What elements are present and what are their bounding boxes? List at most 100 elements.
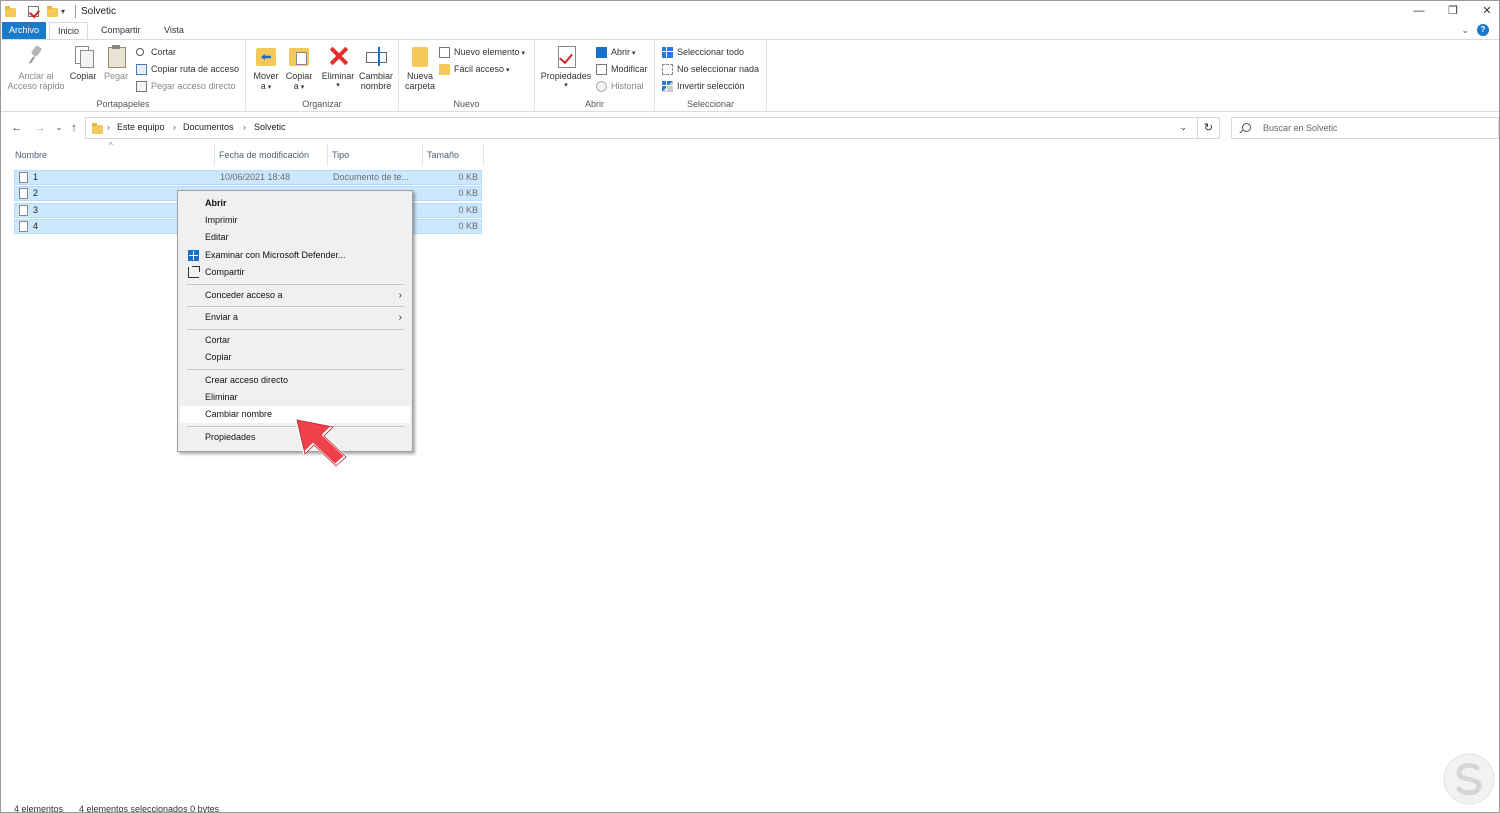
divider: [75, 5, 76, 18]
paste-button[interactable]: Pegar: [101, 44, 131, 81]
move-to-icon: [255, 44, 277, 68]
select-all-button[interactable]: Seleccionar todo: [662, 45, 744, 59]
customize-quick-access-icon[interactable]: ▾: [61, 7, 65, 16]
submenu-chevron-icon: ›: [398, 290, 402, 301]
restore-button[interactable]: ❐: [1435, 3, 1471, 20]
file-name: 2: [33, 188, 39, 198]
copy-path-button[interactable]: Copiar ruta de acceso: [136, 62, 239, 76]
tab-compartir[interactable]: Compartir: [93, 22, 149, 39]
breadcrumb-separator-icon[interactable]: ›: [173, 122, 176, 132]
open-label: Abrir: [611, 47, 635, 57]
easy-access-button[interactable]: Fácil acceso: [439, 62, 510, 76]
new-folder-icon: [409, 44, 431, 68]
menu-item-open[interactable]: Abrir: [180, 195, 410, 212]
scissors-icon: [136, 48, 144, 56]
rename-icon: [365, 44, 387, 68]
column-header-type[interactable]: Tipo: [328, 144, 423, 166]
edit-icon: [596, 64, 607, 75]
menu-separator: [187, 329, 404, 330]
recent-locations-chevron-icon[interactable]: ⌄: [52, 120, 66, 136]
menu-item-defender[interactable]: Examinar con Microsoft Defender...: [180, 247, 410, 264]
menu-item-print[interactable]: Imprimir: [180, 212, 410, 229]
cut-label: Cortar: [151, 47, 177, 57]
history-button[interactable]: Historial: [596, 79, 644, 93]
up-arrow-icon[interactable]: ↑: [67, 120, 81, 136]
properties-button[interactable]: Propiedades ▾: [538, 44, 594, 91]
cut-button[interactable]: Cortar: [136, 45, 176, 59]
rename-button[interactable]: Cambiar nombre: [357, 44, 395, 91]
file-name: 3: [33, 205, 39, 215]
group-label-nuevo: Nuevo: [453, 99, 480, 109]
select-none-icon: [662, 64, 673, 75]
solvetic-watermark-logo: [1443, 753, 1495, 805]
paste-shortcut-button[interactable]: Pegar acceso directo: [136, 79, 236, 93]
open-button[interactable]: Abrir: [596, 45, 635, 59]
group-label-organizar: Organizar: [302, 99, 342, 109]
forward-arrow-icon[interactable]: →: [33, 120, 47, 136]
select-all-label: Seleccionar todo: [677, 47, 745, 57]
back-arrow-icon[interactable]: ←: [10, 120, 24, 136]
select-none-button[interactable]: No seleccionar nada: [662, 62, 759, 76]
copy-icon: [72, 44, 94, 68]
properties-label: Propiedades: [540, 71, 592, 81]
rename-label: Cambiar nombre: [358, 71, 393, 91]
minimize-button[interactable]: —: [1401, 3, 1437, 20]
tab-archivo[interactable]: Archivo: [2, 22, 46, 39]
open-icon: [596, 47, 607, 58]
move-to-button[interactable]: Mover a: [251, 44, 281, 93]
copy-to-button[interactable]: Copiar a: [284, 44, 314, 93]
menu-item-send-to[interactable]: Enviar a ›: [180, 309, 410, 326]
close-button[interactable]: ✕: [1469, 3, 1500, 20]
copy-button[interactable]: Copiar: [67, 44, 99, 81]
menu-item-create-shortcut[interactable]: Crear acceso directo: [180, 372, 410, 389]
menu-item-delete[interactable]: Eliminar: [180, 389, 410, 406]
pin-quick-access-button[interactable]: Anclar al Acceso rápido: [5, 44, 67, 91]
address-history-chevron-icon[interactable]: ⌄: [1179, 122, 1187, 133]
status-selected: 4 elementos seleccionados 0 bytes: [79, 804, 220, 813]
column-header-name[interactable]: Nombre: [11, 144, 215, 166]
menu-item-grant-access[interactable]: Conceder acceso a ›: [180, 287, 410, 304]
move-to-label: Mover a: [253, 71, 278, 91]
search-box[interactable]: Buscar en Solvetic: [1231, 117, 1499, 139]
menu-separator: [187, 284, 404, 285]
paste-shortcut-icon: [136, 81, 147, 92]
context-menu: Abrir Imprimir Editar Examinar con Micro…: [177, 190, 413, 452]
new-folder-button[interactable]: Nueva carpeta: [402, 44, 438, 91]
tab-inicio[interactable]: Inicio: [49, 22, 89, 40]
edit-button[interactable]: Modificar: [596, 62, 648, 76]
ribbon: Anclar al Acceso rápido Copiar Pegar Cor…: [1, 39, 1499, 112]
breadcrumb-separator-icon[interactable]: ›: [107, 122, 110, 132]
group-seleccionar: Seleccionar todo No seleccionar nada Inv…: [655, 40, 767, 112]
chevron-down-icon: ▾: [336, 82, 340, 89]
breadcrumb-solvetic[interactable]: Solvetic: [254, 122, 286, 132]
invert-selection-label: Invertir selección: [677, 81, 745, 91]
collapse-ribbon-icon[interactable]: ⌄: [1461, 25, 1469, 36]
new-item-button[interactable]: Nuevo elemento: [439, 45, 525, 59]
submenu-chevron-icon: ›: [398, 312, 402, 323]
share-icon: [188, 266, 200, 278]
refresh-icon[interactable]: ↻: [1197, 118, 1219, 138]
menu-item-copy[interactable]: Copiar: [180, 349, 410, 366]
menu-item-share[interactable]: Compartir: [180, 264, 410, 281]
breadcrumb-documentos[interactable]: Documentos: [183, 122, 234, 132]
column-header-size[interactable]: Tamaño: [423, 144, 484, 166]
new-item-icon: [439, 47, 450, 58]
invert-selection-button[interactable]: Invertir selección: [662, 79, 745, 93]
new-folder-quick-icon[interactable]: [47, 6, 58, 17]
menu-item-cut[interactable]: Cortar: [180, 332, 410, 349]
group-organizar: Mover a Copiar a Eliminar ▾ Cambiar nomb…: [246, 40, 399, 112]
tab-vista[interactable]: Vista: [156, 22, 192, 39]
easy-access-icon: [439, 64, 450, 75]
column-header-date[interactable]: Fecha de modificación: [215, 144, 328, 166]
breadcrumb-separator-icon[interactable]: ›: [243, 122, 246, 132]
new-item-label: Nuevo elemento: [454, 47, 525, 57]
help-icon[interactable]: ?: [1477, 24, 1489, 36]
menu-item-edit[interactable]: Editar: [180, 229, 410, 246]
address-bar[interactable]: › Este equipo › Documentos › Solvetic ⌄ …: [85, 117, 1220, 139]
copy-label: Copiar: [69, 71, 97, 81]
file-size: 0 KB: [458, 221, 478, 231]
properties-quick-icon[interactable]: [28, 6, 39, 17]
delete-button[interactable]: Eliminar ▾: [320, 44, 356, 91]
file-row[interactable]: 1 10/06/2021 18:48 Documento de te... 0 …: [14, 170, 482, 185]
breadcrumb-este-equipo[interactable]: Este equipo: [117, 122, 165, 132]
